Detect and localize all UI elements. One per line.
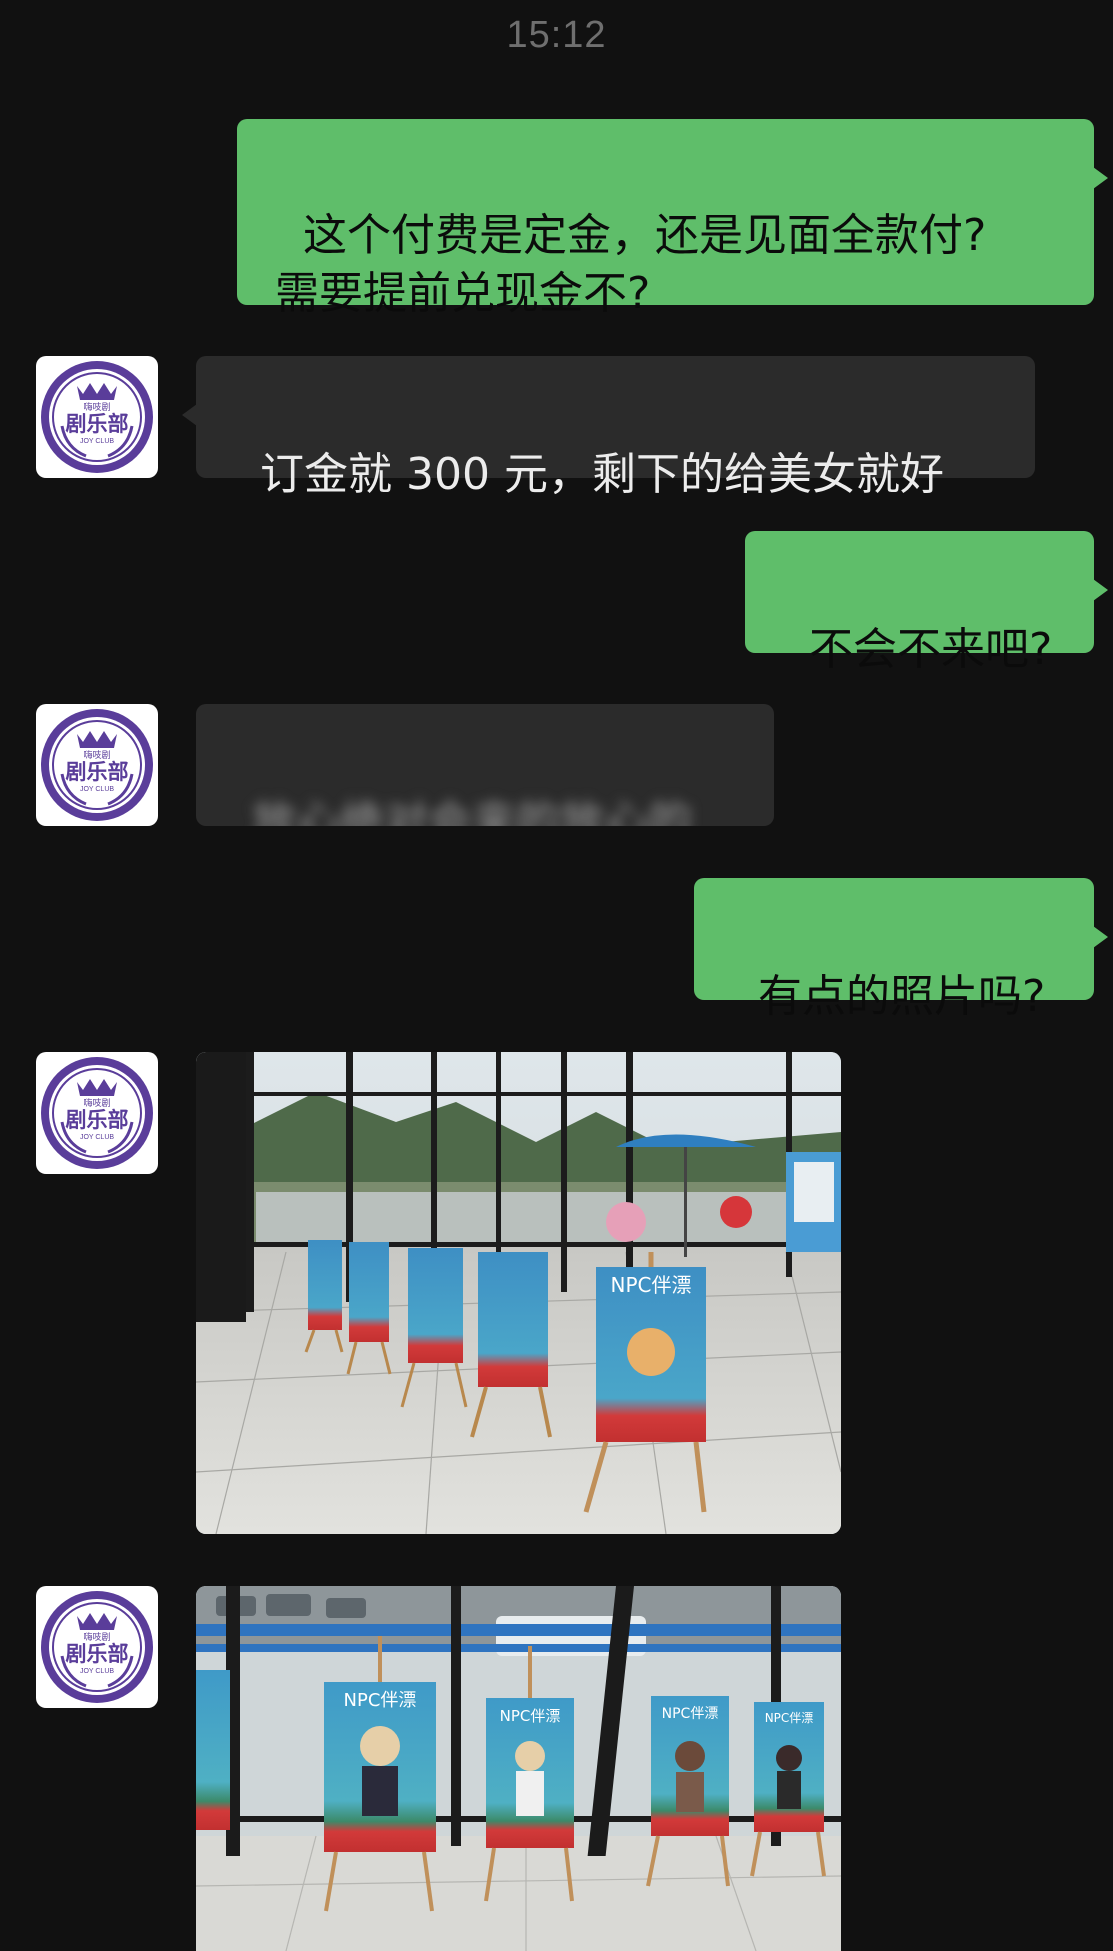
avatar-main-text: 剧乐部 bbox=[66, 1108, 129, 1132]
avatar-main-text: 剧乐部 bbox=[66, 412, 129, 436]
contact-avatar[interactable]: 嗨吱剧 剧乐部 JOY CLUB bbox=[36, 704, 158, 826]
avatar-main-text: 剧乐部 bbox=[66, 1642, 129, 1666]
message-timestamp: 15:12 bbox=[506, 14, 607, 56]
avatar-sub-text: JOY CLUB bbox=[80, 1134, 114, 1141]
incoming-message-bubble[interactable]: 订金就 300 元，剩下的给美女就好 bbox=[182, 356, 1035, 500]
outgoing-message-bubble[interactable]: 不会不来吧? bbox=[745, 531, 1108, 675]
outgoing-message-bubble[interactable]: 这个付费是定金，还是见面全款付? 需要提前兑现金不? bbox=[237, 119, 1108, 319]
obscured-message-text: 放心绝对会来的放心的 bbox=[251, 797, 692, 826]
avatar-main-text: 剧乐部 bbox=[66, 760, 129, 784]
joy-club-logo-icon: 嗨吱剧 剧乐部 JOY CLUB bbox=[41, 1591, 153, 1703]
joy-club-logo-icon: 嗨吱剧 剧乐部 JOY CLUB bbox=[41, 1057, 153, 1169]
photo-lobby-easels[interactable]: NPC伴漂 bbox=[196, 1052, 841, 1534]
outgoing-message-bubble[interactable]: 有点的照片吗? bbox=[694, 878, 1108, 1022]
poster-label: NPC伴漂 bbox=[500, 1707, 561, 1725]
message-text: 不会不来吧? bbox=[808, 624, 1053, 675]
contact-avatar[interactable]: 嗨吱剧 剧乐部 JOY CLUB bbox=[36, 1052, 158, 1174]
message-text: 订金就 300 元，剩下的给美女就好 bbox=[259, 449, 944, 500]
joy-club-logo-icon: 嗨吱剧 剧乐部 JOY CLUB bbox=[41, 361, 153, 473]
joy-club-logo-icon: 嗨吱剧 剧乐部 JOY CLUB bbox=[41, 709, 153, 821]
contact-avatar[interactable]: 嗨吱剧 剧乐部 JOY CLUB bbox=[36, 1586, 158, 1708]
window-posters-image: NPC伴漂 NPC伴漂 NPC伴漂 NPC伴漂 bbox=[196, 1586, 841, 1951]
poster-label: NPC伴漂 bbox=[765, 1711, 814, 1725]
avatar-sub-text: JOY CLUB bbox=[80, 1668, 114, 1675]
poster-label: NPC伴漂 bbox=[611, 1273, 692, 1297]
avatar-sub-text: JOY CLUB bbox=[80, 786, 114, 793]
poster-label: NPC伴漂 bbox=[662, 1706, 719, 1722]
message-text: 这个付费是定金，还是见面全款付? 需要提前兑现金不? bbox=[275, 210, 987, 319]
contact-avatar[interactable]: 嗨吱剧 剧乐部 JOY CLUB bbox=[36, 356, 158, 478]
avatar-sub-text: JOY CLUB bbox=[80, 438, 114, 445]
poster-label: NPC伴漂 bbox=[344, 1690, 417, 1711]
lobby-easels-image: NPC伴漂 bbox=[196, 1052, 841, 1534]
incoming-message-bubble[interactable]: 放心绝对会来的放心的 bbox=[196, 704, 774, 826]
message-text: 有点的照片吗? bbox=[757, 971, 1046, 1022]
photo-window-posters[interactable]: NPC伴漂 NPC伴漂 NPC伴漂 NPC伴漂 bbox=[196, 1586, 841, 1951]
